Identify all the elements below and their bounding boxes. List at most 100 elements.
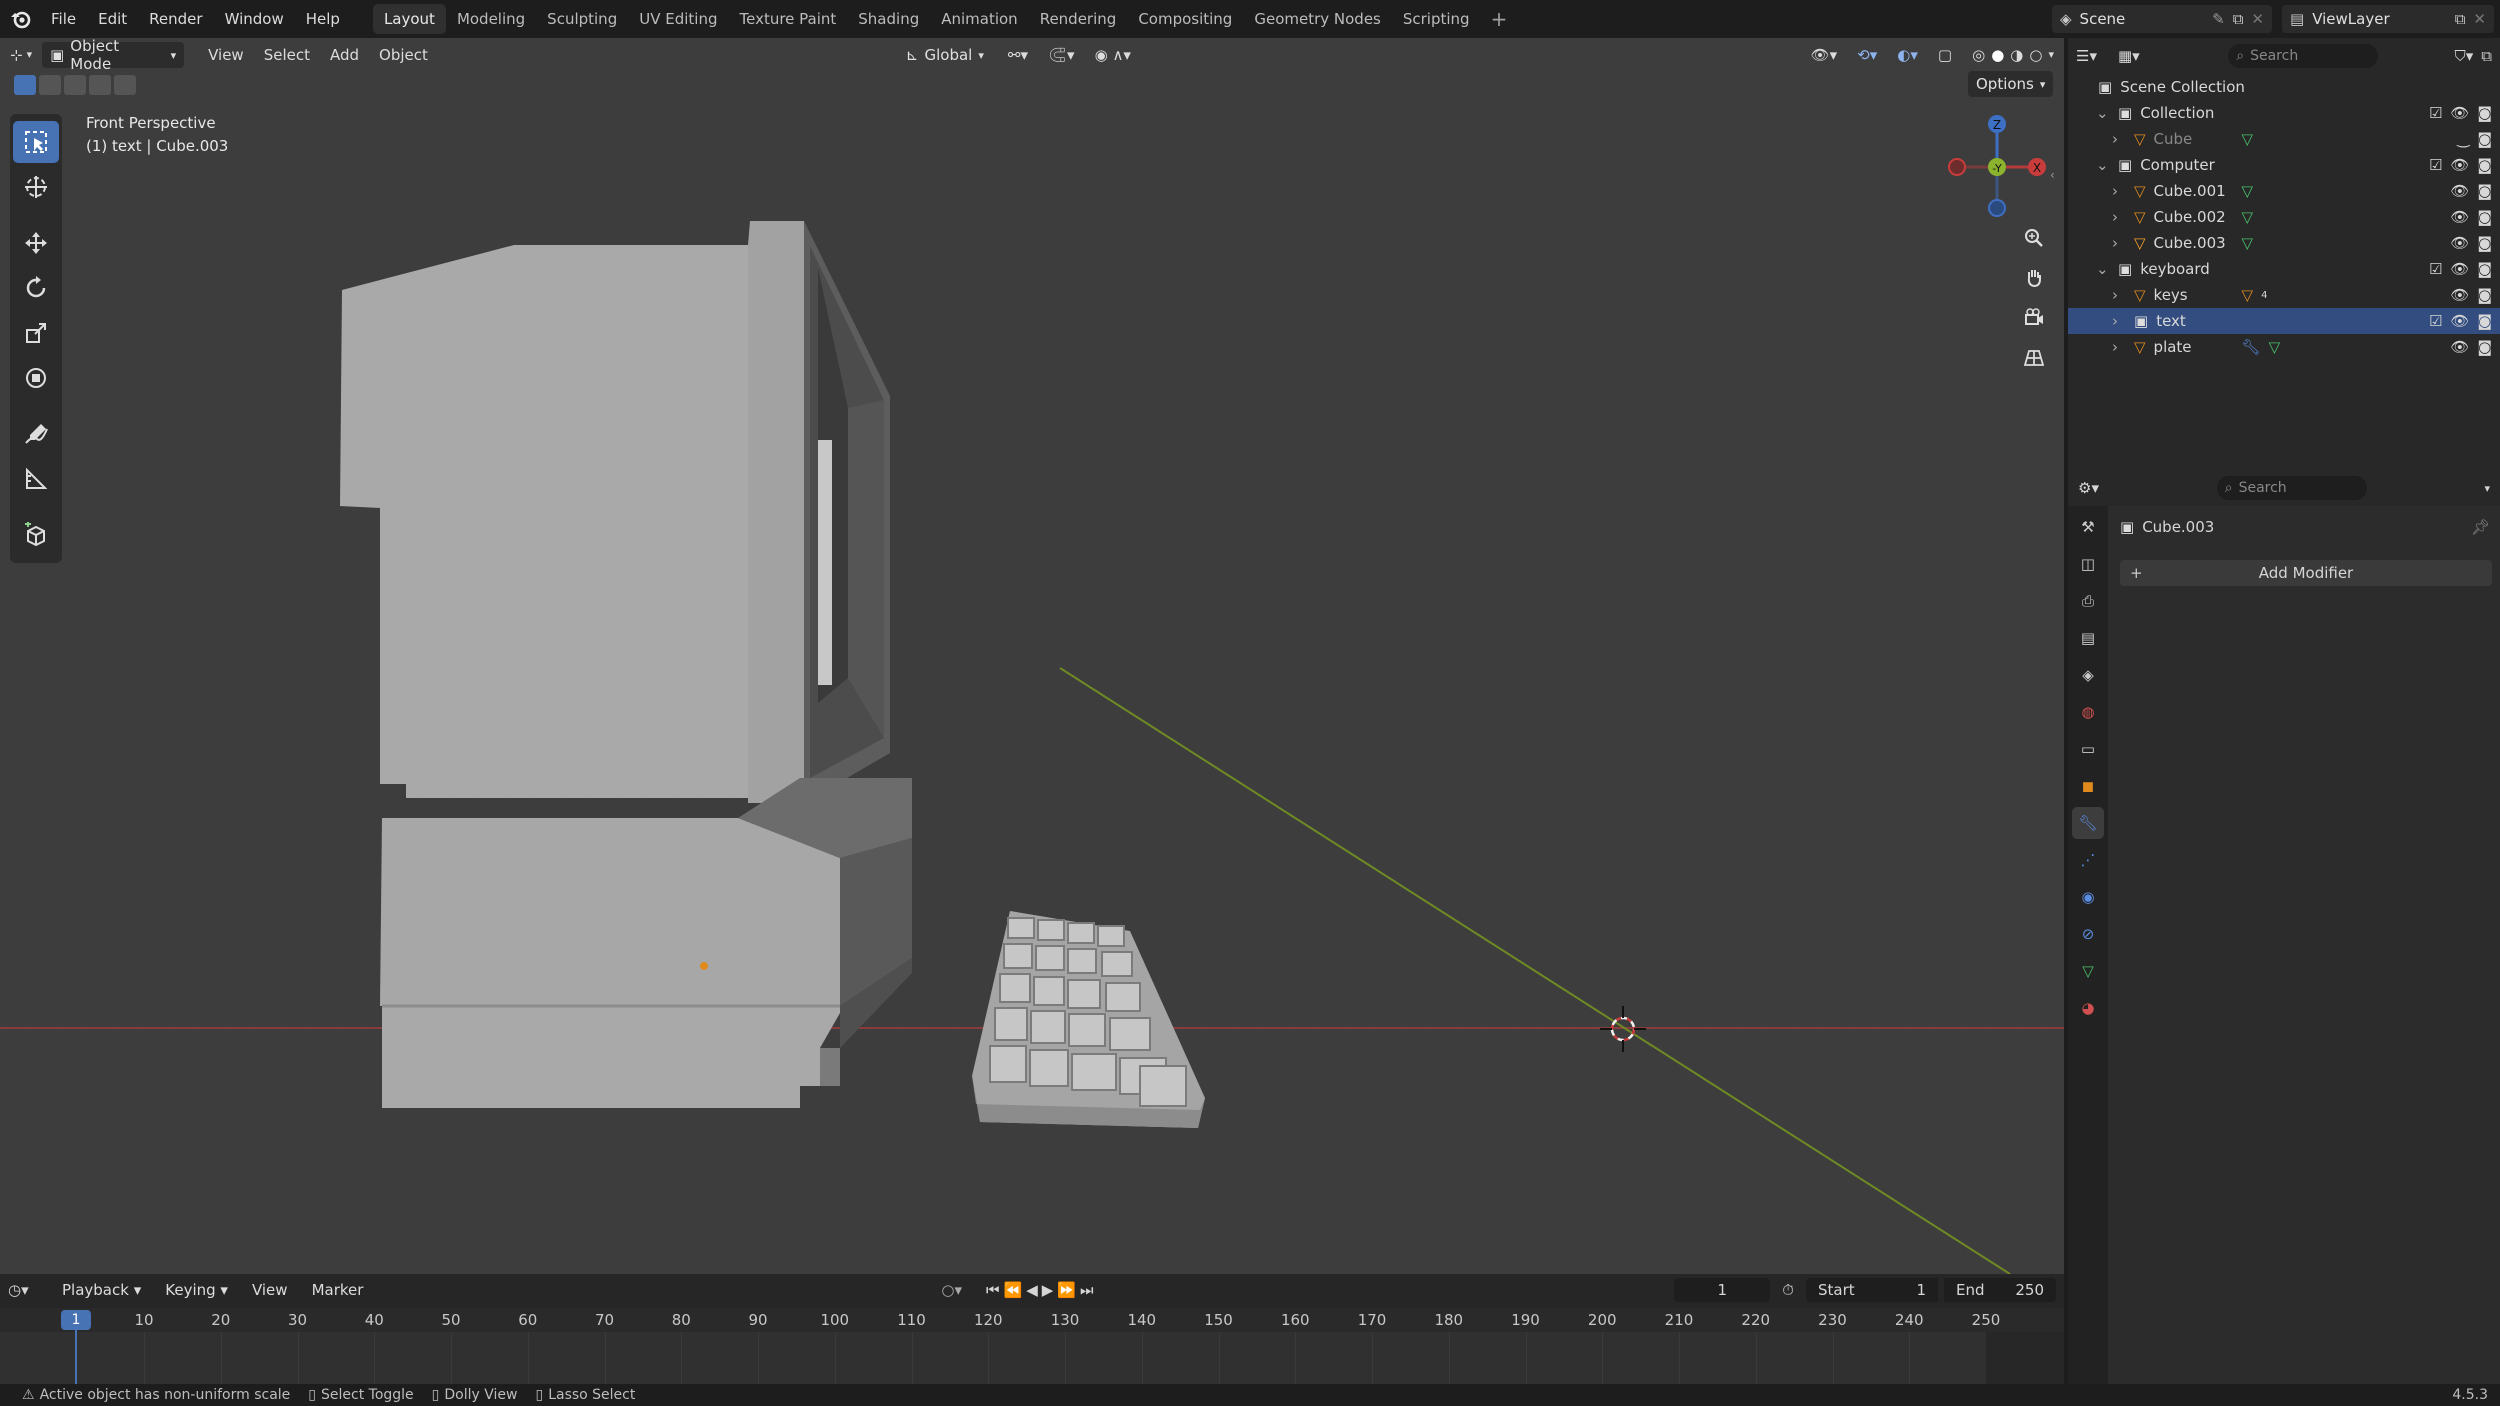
tab-animation[interactable]: Animation (930, 4, 1028, 34)
render-tab-icon[interactable]: ◫ (2072, 548, 2104, 580)
current-frame-field[interactable]: 1 (1674, 1278, 1771, 1302)
eye-icon[interactable]: 👁︎ (2450, 208, 2469, 226)
tab-geometry-nodes[interactable]: Geometry Nodes (1243, 4, 1392, 34)
tab-modeling[interactable]: Modeling (446, 4, 536, 34)
select-box-tool-icon[interactable] (13, 121, 59, 163)
viewport-menu-add[interactable]: Add (320, 42, 369, 68)
expand-icon[interactable]: › (2112, 130, 2126, 148)
3d-viewport[interactable]: ⊹ ▾ ▣ Object Mode ▾ View Select Add Objec… (0, 38, 2064, 1274)
snapping-icon[interactable]: 🧲︎▾ (1038, 42, 1085, 68)
physics-tab-icon[interactable]: ◉ (2072, 881, 2104, 913)
annotate-tool-icon[interactable] (13, 413, 59, 455)
tab-sculpting[interactable]: Sculpting (536, 4, 628, 34)
render-camera-icon[interactable]: ◙ (2477, 130, 2492, 148)
viewport-menu-select[interactable]: Select (254, 42, 320, 68)
modifier-tab-icon[interactable]: 🔧︎ (2072, 807, 2104, 839)
outliner-row-keyboard[interactable]: ⌄ ▣ keyboard ☑ 👁︎ ◙ (2068, 256, 2500, 282)
perspective-toggle-icon[interactable] (2014, 338, 2054, 378)
playhead-marker[interactable]: 1 (61, 1310, 91, 1330)
display-mode-icon[interactable]: ▦▾ (2118, 47, 2152, 65)
end-frame-field[interactable]: End 250 (1944, 1278, 2056, 1302)
gizmo-neg-x-axis[interactable] (1948, 158, 1966, 176)
outliner-row-plate[interactable]: › ▽ plate 🔧︎ ▽ 👁︎ ◙ (2068, 334, 2500, 360)
mesh-data-icon[interactable]: ▽ (2269, 338, 2281, 356)
mesh-data-icon[interactable]: ▽ (2242, 208, 2254, 226)
render-camera-icon[interactable]: ◙ (2477, 312, 2492, 330)
exclude-checkbox[interactable]: ☑ (2429, 104, 2442, 122)
outliner-row-computer[interactable]: ⌄ ▣ Computer ☑ 👁︎ ◙ (2068, 152, 2500, 178)
collapse-icon[interactable]: ⌄ (2096, 260, 2110, 278)
select-subtract-icon[interactable] (64, 75, 86, 95)
viewport-menu-view[interactable]: View (198, 42, 254, 68)
start-frame-field[interactable]: Start 1 (1806, 1278, 1938, 1302)
collapse-icon[interactable]: ⌄ (2096, 104, 2110, 122)
pivot-point-icon[interactable]: ⚯▾ (998, 42, 1038, 68)
camera-view-icon[interactable] (2014, 298, 2054, 338)
tab-uv-editing[interactable]: UV Editing (628, 4, 728, 34)
expand-icon[interactable]: › (2112, 208, 2126, 226)
material-tab-icon[interactable]: ◕ (2072, 992, 2104, 1024)
viewport-menu-object[interactable]: Object (369, 42, 438, 68)
mode-dropdown[interactable]: ▣ Object Mode ▾ (42, 38, 185, 73)
delete-view-layer-icon[interactable]: ✕ (2473, 10, 2486, 28)
eye-icon[interactable]: 👁︎ (2450, 338, 2469, 356)
eye-icon[interactable]: 👁︎ (2450, 182, 2469, 200)
play-icon[interactable]: ▶ (1042, 1281, 1054, 1299)
outliner-row-cube[interactable]: › ▽ Cube ▽ ‿ ◙ (2068, 126, 2500, 152)
eye-icon[interactable]: 👁︎ (2450, 286, 2469, 304)
render-camera-icon[interactable]: ◙ (2477, 338, 2492, 356)
outliner-search-input[interactable]: ⌕ Search (2228, 44, 2379, 68)
wireframe-shading-icon[interactable]: ◎ (1972, 42, 1985, 68)
new-view-layer-icon[interactable]: ⧉ (2455, 10, 2466, 28)
auto-keying-icon[interactable]: ○▾ (941, 1281, 962, 1299)
timeline-menu-keying[interactable]: Keying ▾ (155, 1277, 238, 1303)
mesh-data-icon[interactable]: ▽ (2242, 234, 2254, 252)
select-new-icon[interactable] (14, 75, 36, 95)
menu-file[interactable]: File (40, 0, 87, 38)
timeline-menu-marker[interactable]: Marker (302, 1277, 374, 1303)
outliner-editor-icon[interactable]: ☰▾ (2076, 47, 2110, 65)
render-camera-icon[interactable]: ◙ (2477, 182, 2492, 200)
timeline-menu-view[interactable]: View (242, 1277, 298, 1303)
tab-scripting[interactable]: Scripting (1392, 4, 1481, 34)
tab-compositing[interactable]: Compositing (1127, 4, 1243, 34)
scene-tab-icon[interactable]: ◈ (2072, 659, 2104, 691)
filter-icon[interactable]: ⛉▾ (2455, 47, 2474, 65)
blender-logo-icon[interactable] (0, 0, 40, 38)
tab-texture-paint[interactable]: Texture Paint (728, 4, 847, 34)
select-invert-icon[interactable] (89, 75, 111, 95)
overlays-toggle-icon[interactable]: ◐▾ (1887, 42, 1928, 68)
outliner-row-cube-002[interactable]: › ▽ Cube.002 ▽ 👁︎ ◙ (2068, 204, 2500, 230)
world-tab-icon[interactable]: ◍ (2072, 696, 2104, 728)
play-reverse-icon[interactable]: ◀ (1026, 1281, 1038, 1299)
output-tab-icon[interactable]: ⎙ (2072, 585, 2104, 617)
exclude-checkbox[interactable]: ☑ (2429, 312, 2442, 330)
tab-rendering[interactable]: Rendering (1029, 4, 1128, 34)
eye-icon[interactable]: 👁︎ (2450, 260, 2469, 278)
render-camera-icon[interactable]: ◙ (2477, 286, 2492, 304)
exclude-checkbox[interactable]: ☑ (2429, 156, 2442, 174)
outliner-row-cube-003[interactable]: › ▽ Cube.003 ▽ 👁︎ ◙ (2068, 230, 2500, 256)
zoom-icon[interactable] (2014, 218, 2054, 258)
outliner-row-collection[interactable]: ⌄ ▣ Collection ☑ 👁︎ ◙ (2068, 100, 2500, 126)
expand-icon[interactable]: › (2112, 234, 2126, 252)
sidebar-toggle-icon[interactable]: ‹ (2050, 168, 2055, 182)
mesh-data-icon[interactable]: ▽ (2242, 130, 2254, 148)
expand-icon[interactable]: › (2112, 312, 2126, 330)
visibility-icon[interactable]: 👁︎▾ (1801, 42, 1848, 68)
timeline-editor-icon[interactable]: ◷▾ (8, 1281, 48, 1299)
add-cube-tool-icon[interactable] (13, 514, 59, 556)
scale-tool-icon[interactable] (13, 312, 59, 354)
mesh-data-icon[interactable]: ▽ (2242, 182, 2254, 200)
jump-keyframe-back-icon[interactable]: ⏪ (1004, 1281, 1023, 1299)
object-tab-icon[interactable]: ◼ (2072, 770, 2104, 802)
move-tool-icon[interactable] (13, 222, 59, 264)
tool-tab-icon[interactable]: ⚒ (2072, 511, 2104, 543)
gizmo-toggle-icon[interactable]: ⟲▾ (1847, 42, 1887, 68)
properties-editor-icon[interactable]: ⚙▾ (2078, 479, 2099, 497)
shading-mode-buttons[interactable]: ◎ ● ◑ ○ ▾ (1962, 42, 2064, 68)
outliner-row-text[interactable]: › ▣ text ☑ 👁︎ ◙ (2068, 308, 2500, 334)
tab-layout[interactable]: Layout (372, 4, 446, 34)
modifier-icon[interactable]: 🔧︎ (2242, 338, 2261, 356)
computer-model[interactable] (340, 221, 912, 1108)
